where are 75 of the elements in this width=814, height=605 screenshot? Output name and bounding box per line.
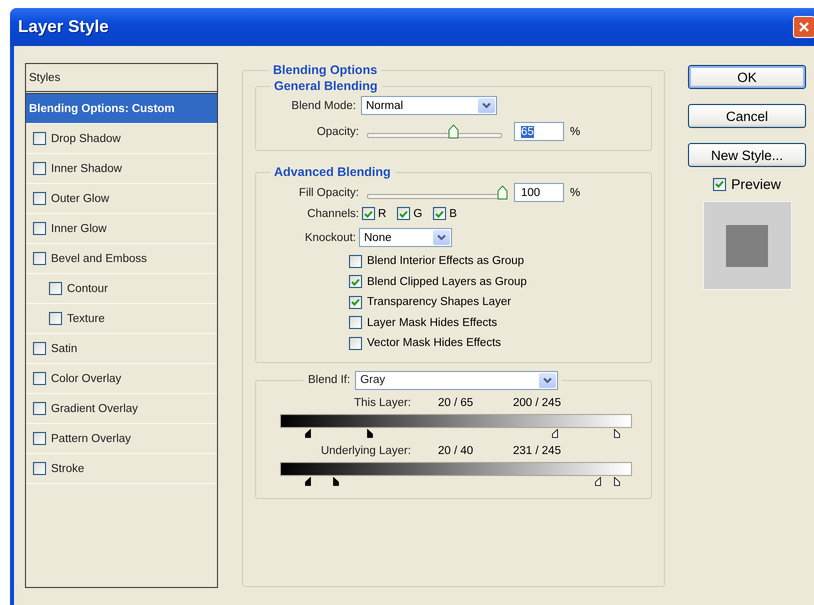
dialog-button[interactable]: New Style... [688,143,806,167]
field-label: Opacity: [316,126,359,138]
dropdown[interactable]: None [359,228,452,247]
checkbox-label: B [449,208,457,220]
style-item[interactable]: Pattern Overlay [26,424,217,454]
preview-square [726,224,768,266]
checkbox-label: Vector Mask Hides Effects [367,337,502,350]
checkbox[interactable] [362,207,375,220]
style-item[interactable]: Blending Options: Custom [26,94,217,124]
field-label: Fill Opacity: [298,186,359,198]
dropdown[interactable]: Normal [361,96,497,115]
field-label: Channels: [306,208,360,220]
style-item[interactable]: Satin [26,334,217,364]
close-icon [798,21,810,33]
checkbox-label: G [413,208,422,220]
range-handle[interactable] [614,476,620,486]
group-title: General Blending [273,79,378,93]
checkbox[interactable] [433,207,446,220]
window-title: Layer Style [18,17,109,37]
checkbox[interactable] [349,336,362,350]
number-field[interactable]: 100 [514,183,564,202]
dropdown[interactable]: Gray [355,370,558,390]
slider-thumb[interactable] [497,184,508,200]
field-label: Knockout: [304,232,357,244]
group-title: Blending Options [272,63,378,77]
chevron-icon [539,372,556,388]
checkbox[interactable] [397,207,410,220]
number-field[interactable]: 65 [514,122,564,141]
style-item[interactable]: Inner Glow [26,214,217,244]
range-handle[interactable] [367,428,374,438]
style-item[interactable]: Bevel and Emboss [26,244,217,274]
checkbox-label: Layer Mask Hides Effects [367,316,498,329]
checkbox[interactable] [349,296,362,309]
checkbox-label: Blend Clipped Layers as Group [367,276,527,288]
checkbox[interactable] [349,316,362,330]
field-label: This Layer: [353,396,411,408]
style-item[interactable]: Stroke [26,454,217,484]
field-value: 100 [521,186,540,198]
checkbox-label: R [378,208,386,220]
range-handle[interactable] [552,428,558,438]
field-label: Blend If: [308,374,350,386]
range-value: 20 / 65 [438,396,474,408]
style-item[interactable]: Texture [26,304,217,334]
field-label: Underlying Layer: [320,444,411,456]
style-item[interactable]: Outer Glow [26,184,217,214]
unit-label: % [570,126,580,138]
slider-thumb[interactable] [448,124,460,138]
style-item[interactable]: Drop Shadow [26,124,217,154]
style-item[interactable]: Inner Shadow [26,154,217,184]
range-handle[interactable] [305,476,312,486]
range-handle[interactable] [595,476,602,486]
checkbox-label: Transparency Shapes Layer [367,296,512,308]
chevron-icon [433,230,450,245]
checkbox[interactable] [349,254,362,268]
style-item[interactable]: Gradient Overlay [26,394,217,424]
unit-label: % [570,186,580,198]
range-value: 200 / 245 [513,396,561,408]
range-value: 20 / 40 [438,444,474,456]
range-handle[interactable] [614,428,620,438]
field-label: Blend Mode: [290,100,357,112]
checkbox[interactable] [349,275,362,288]
close-button[interactable] [793,16,814,38]
dialog-button[interactable]: OK [688,65,806,89]
group-title: Advanced Blending [273,165,392,179]
dialog-button[interactable]: Cancel [688,104,806,128]
checkbox-label: Preview [731,176,781,192]
style-item[interactable]: Contour [26,274,217,304]
range-value: 231 / 245 [513,444,561,456]
style-item[interactable]: Color Overlay [26,364,217,394]
checkbox[interactable] [713,178,726,190]
checkbox-label: Blend Interior Effects as Group [367,255,524,268]
range-handle[interactable] [332,476,339,486]
field-value: 65 [521,126,534,138]
chevron-icon [478,98,495,113]
range-handle[interactable] [305,428,312,438]
